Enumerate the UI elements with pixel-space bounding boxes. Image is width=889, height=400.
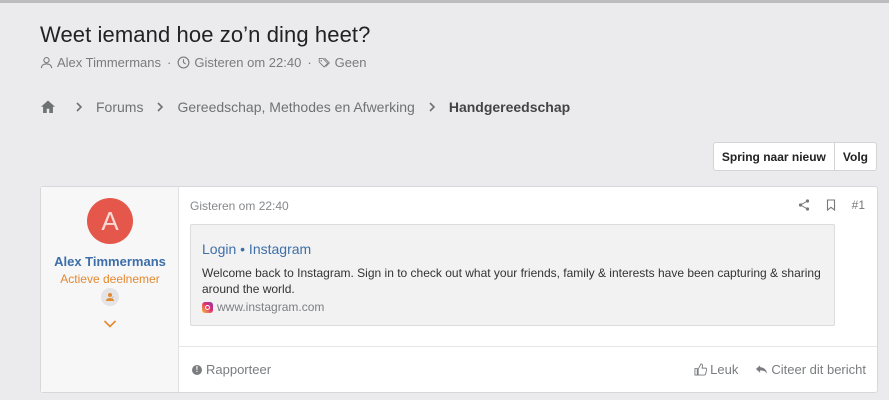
follow-button[interactable]: Volg [834,142,877,171]
breadcrumb-category[interactable]: Gereedschap, Methodes en Afwerking [177,99,414,115]
meta-separator: · [167,55,172,70]
thread-tags[interactable]: Geen [335,55,367,70]
report-label: Rapporteer [206,362,272,377]
link-preview-domain: www.instagram.com [217,300,325,314]
bookmark-icon[interactable] [825,199,837,211]
clock-icon [177,56,190,69]
breadcrumb: Forums Gereedschap, Methodes en Afwerkin… [40,99,570,115]
post-tools: #1 [798,198,865,212]
post-number[interactable]: #1 [852,198,865,212]
like-button[interactable]: Leuk [694,362,738,377]
report-icon: ! [192,364,202,375]
quote-button[interactable]: Citeer dit bericht [755,362,866,377]
post: A Alex Timmermans Actieve deelnemer Gist… [40,186,878,393]
meta-separator: · [307,55,312,70]
link-preview[interactable]: Login • Instagram Welcome back to Instag… [190,224,835,326]
jump-to-new-button[interactable]: Spring naar nieuw [712,142,835,171]
post-user-title: Actieve deelnemer [60,272,160,286]
reply-icon [756,365,768,374]
user-badge-icon[interactable] [101,288,119,306]
post-username[interactable]: Alex Timmermans [41,254,179,269]
share-icon[interactable] [798,199,810,211]
thread-title: Weet iemand hoe zo’n ding heet? [40,22,371,47]
chevron-down-icon[interactable] [103,319,117,329]
thread-author[interactable]: Alex Timmermans [57,55,161,70]
thread-meta: Alex Timmermans · Gisteren om 22:40 · Ge… [40,55,366,70]
thread-date[interactable]: Gisteren om 22:40 [194,55,301,70]
chevron-right-icon [157,102,164,112]
thread-actions: Spring naar nieuw Volg [712,142,877,171]
chevron-right-icon [76,102,83,112]
instagram-icon [202,301,213,313]
home-icon[interactable] [40,99,56,115]
user-icon [40,57,53,69]
breadcrumb-forums[interactable]: Forums [96,99,143,115]
breadcrumb-current[interactable]: Handgereedschap [449,99,570,115]
top-border [0,0,889,3]
post-footer-divider [179,346,877,347]
post-user-panel: A Alex Timmermans Actieve deelnemer [41,187,179,392]
link-preview-description: Welcome back to Instagram. Sign in to ch… [202,266,821,296]
thumbs-up-icon [694,363,708,376]
link-preview-domain-row: www.instagram.com [202,300,324,314]
quote-label: Citeer dit bericht [771,362,866,377]
like-label: Leuk [710,362,739,377]
report-button[interactable]: ! Rapporteer [192,362,271,377]
post-actions: Leuk Citeer dit bericht [694,362,866,377]
tags-icon [318,57,330,68]
post-date[interactable]: Gisteren om 22:40 [190,199,289,213]
chevron-right-icon [429,102,435,112]
link-preview-title[interactable]: Login • Instagram [202,241,311,257]
avatar[interactable]: A [87,198,133,244]
